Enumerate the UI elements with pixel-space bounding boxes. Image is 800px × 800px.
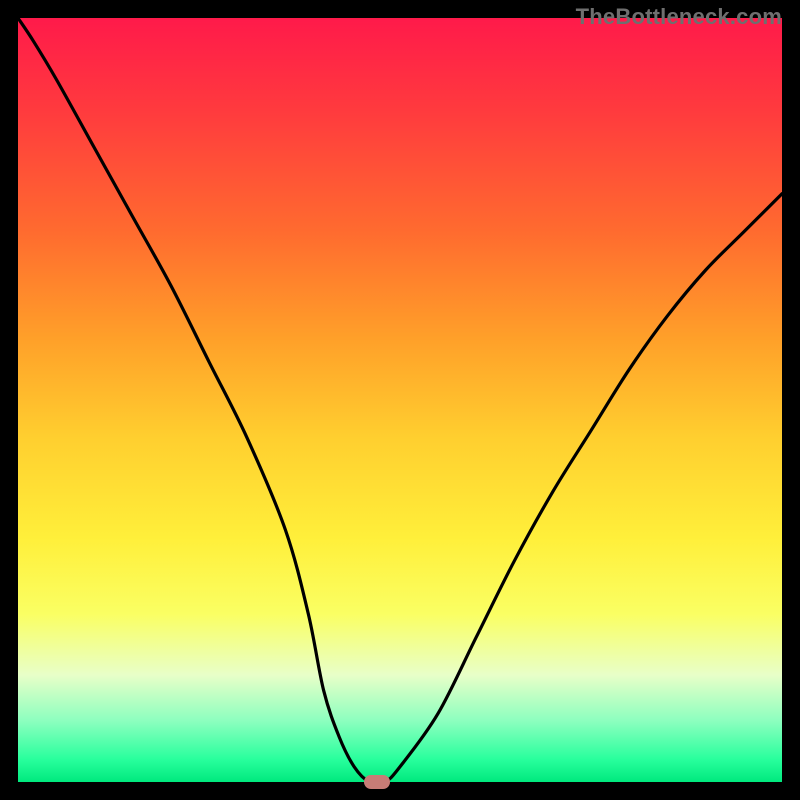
watermark-text: TheBottleneck.com: [576, 4, 782, 30]
plot-area: [18, 18, 782, 782]
optimal-marker: [364, 775, 390, 789]
chart-frame: TheBottleneck.com: [0, 0, 800, 800]
curve-path: [18, 18, 782, 784]
bottleneck-curve: [18, 18, 782, 782]
